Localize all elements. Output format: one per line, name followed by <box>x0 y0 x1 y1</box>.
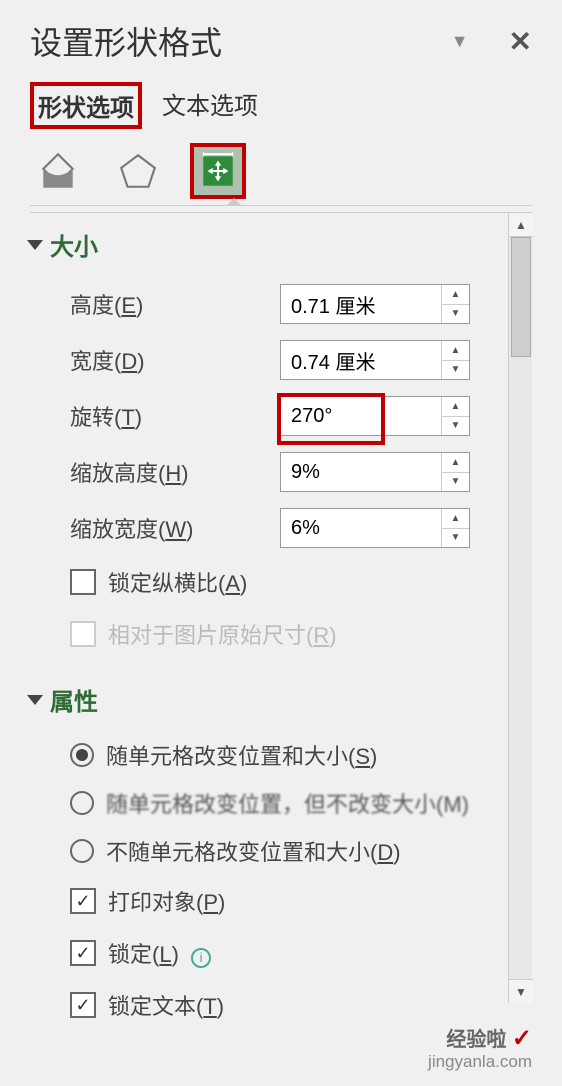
scale-width-input[interactable] <box>281 509 431 547</box>
scroll-down-icon[interactable]: ▼ <box>509 979 533 1003</box>
width-input[interactable] <box>281 341 431 379</box>
spin-up-icon[interactable]: ▲ <box>442 453 469 473</box>
rotation-label: 旋转(T) <box>70 400 280 432</box>
fill-line-icon[interactable] <box>30 143 86 199</box>
collapse-icon <box>27 240 43 250</box>
watermark: 经验啦 ✓ jingyanla.com <box>428 1025 532 1072</box>
spin-up-icon[interactable]: ▲ <box>442 397 469 417</box>
section-size-header[interactable]: 大小 <box>30 227 498 262</box>
scale-width-spinner[interactable]: ▲▼ <box>280 508 470 548</box>
height-input[interactable] <box>281 285 431 323</box>
scale-height-input[interactable] <box>281 453 431 491</box>
panel-menu-chevron-icon[interactable]: ▼ <box>451 31 469 52</box>
print-object-label: 打印对象(P) <box>108 885 225 917</box>
section-size-title: 大小 <box>50 227 98 262</box>
scroll-up-icon[interactable]: ▲ <box>509 213 533 237</box>
print-object-checkbox[interactable] <box>70 888 96 914</box>
section-properties-header[interactable]: 属性 <box>30 682 498 717</box>
move-size-cells-label: 随单元格改变位置和大小(S) <box>106 739 377 771</box>
section-properties-title: 属性 <box>50 682 98 717</box>
spin-down-icon[interactable]: ▼ <box>442 417 469 436</box>
height-spinner[interactable]: ▲▼ <box>280 284 470 324</box>
lock-aspect-label: 锁定纵横比(A) <box>108 566 247 598</box>
rotation-input[interactable] <box>281 397 431 435</box>
width-label: 宽度(D) <box>70 344 280 376</box>
move-size-cells-radio[interactable] <box>70 743 94 767</box>
relative-original-checkbox <box>70 621 96 647</box>
rotation-spinner[interactable]: ▲▼ <box>280 396 470 436</box>
move-no-size-label: 随单元格改变位置，但不改变大小(M) <box>106 787 469 819</box>
scale-height-label: 缩放高度(H) <box>70 456 280 488</box>
spin-up-icon[interactable]: ▲ <box>442 341 469 361</box>
tab-shape-options[interactable]: 形状选项 <box>30 82 142 129</box>
height-label: 高度(E) <box>70 288 280 320</box>
no-move-size-label: 不随单元格改变位置和大小(D) <box>106 835 401 867</box>
scrollbar[interactable]: ▲ ▼ <box>508 213 532 1003</box>
move-no-size-radio[interactable] <box>70 791 94 815</box>
spin-down-icon[interactable]: ▼ <box>442 361 469 380</box>
collapse-icon <box>27 695 43 705</box>
effects-icon[interactable] <box>110 143 166 199</box>
lock-aspect-checkbox[interactable] <box>70 569 96 595</box>
locked-checkbox[interactable] <box>70 940 96 966</box>
close-icon[interactable]: ✕ <box>509 25 532 58</box>
scale-width-label: 缩放宽度(W) <box>70 512 280 544</box>
lock-text-label: 锁定文本(T) <box>108 989 224 1021</box>
scale-height-spinner[interactable]: ▲▼ <box>280 452 470 492</box>
no-move-size-radio[interactable] <box>70 839 94 863</box>
tab-text-options[interactable]: 文本选项 <box>156 82 264 129</box>
spin-down-icon[interactable]: ▼ <box>442 473 469 492</box>
info-icon[interactable]: i <box>191 948 211 968</box>
spin-up-icon[interactable]: ▲ <box>442 285 469 305</box>
scroll-thumb[interactable] <box>511 237 531 357</box>
spin-down-icon[interactable]: ▼ <box>442 305 469 324</box>
spin-up-icon[interactable]: ▲ <box>442 509 469 529</box>
lock-text-checkbox[interactable] <box>70 992 96 1018</box>
locked-label: 锁定(L) i <box>108 937 211 969</box>
panel-title: 设置形状格式 <box>30 18 222 64</box>
width-spinner[interactable]: ▲▼ <box>280 340 470 380</box>
spin-down-icon[interactable]: ▼ <box>442 529 469 548</box>
size-properties-icon[interactable] <box>190 143 246 199</box>
relative-original-label: 相对于图片原始尺寸(R) <box>108 618 337 650</box>
